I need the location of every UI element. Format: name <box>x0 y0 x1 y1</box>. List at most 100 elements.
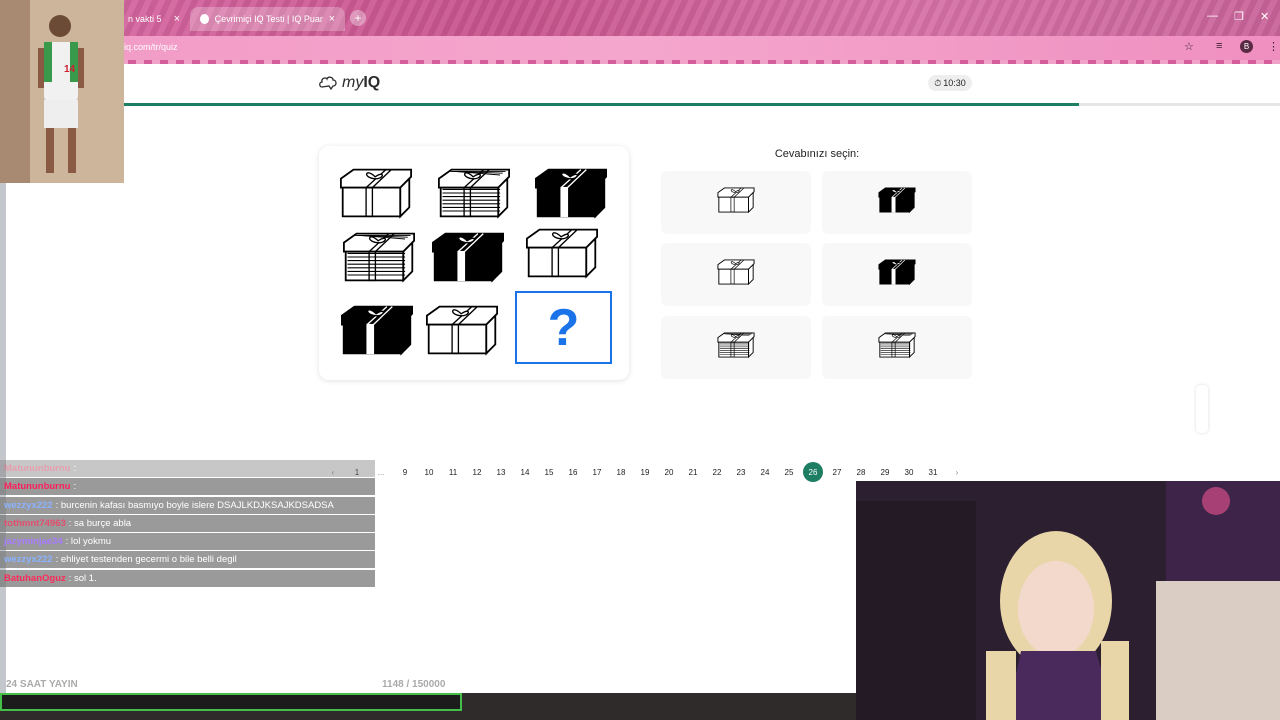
page-button-10[interactable]: 10 <box>419 462 439 482</box>
chat-username[interactable]: Matununburnu <box>4 463 70 474</box>
chat-username[interactable]: wezzyx222 <box>4 500 53 511</box>
chat-username[interactable]: tothmnt74963 <box>4 518 66 529</box>
chat-text: : lol yokmu <box>65 536 112 548</box>
page-button-31[interactable]: 31 <box>923 462 943 482</box>
answer-option[interactable] <box>661 316 811 379</box>
gift-icon <box>717 331 755 364</box>
page-button-30[interactable]: 30 <box>899 462 919 482</box>
chat-username[interactable]: BatuhanOguz <box>4 573 66 584</box>
site-header <box>124 64 1280 104</box>
page-button-15[interactable]: 15 <box>539 462 559 482</box>
chat-username[interactable]: wezzyx222 <box>4 554 53 565</box>
webcam-overlay-small: 14 <box>0 0 124 183</box>
missing-piece-cell: ? <box>515 291 612 364</box>
page-button-19[interactable]: 19 <box>635 462 655 482</box>
page-button-11[interactable]: 11 <box>443 462 463 482</box>
menu-icon[interactable]: ⋮ <box>1268 40 1279 53</box>
page-button-20[interactable]: 20 <box>659 462 679 482</box>
pagination-next-icon[interactable]: › <box>947 462 967 482</box>
gift-icon <box>717 186 755 219</box>
page-button-23[interactable]: 23 <box>731 462 751 482</box>
stream-goal-bar <box>0 693 462 711</box>
webcam-image: 14 <box>0 0 124 183</box>
answer-option[interactable] <box>661 243 811 306</box>
puzzle-cell-gift-icon <box>428 230 510 290</box>
timer-value: 10:30 <box>943 78 966 88</box>
webcam-overlay-main <box>856 481 1280 720</box>
goal-current: 1148 <box>382 679 404 690</box>
site-logo[interactable]: myIQ <box>318 74 380 92</box>
page-button-13[interactable]: 13 <box>491 462 511 482</box>
url-field[interactable]: iq.com/tr/quiz <box>124 42 178 52</box>
chat-username[interactable]: jazyminjae34 <box>4 536 63 547</box>
chat-text: : <box>73 481 77 493</box>
page-button-25[interactable]: 25 <box>779 462 799 482</box>
address-bar <box>0 36 1280 64</box>
page-button-9[interactable]: 9 <box>395 462 415 482</box>
media-icon[interactable]: ≡ <box>1216 40 1222 52</box>
puzzle-cell-gift-icon <box>522 226 604 286</box>
chat-text: : burcenin kafası basmıyo boyle islere D… <box>55 499 334 511</box>
answer-option[interactable] <box>661 171 811 234</box>
chat-message: BatuhanOguz: sol 1. <box>0 569 375 587</box>
page-button-16[interactable]: 16 <box>563 462 583 482</box>
tab-previous[interactable]: n vakti 5 × <box>118 7 190 31</box>
page-button-21[interactable]: 21 <box>683 462 703 482</box>
page-button-14[interactable]: 14 <box>515 462 535 482</box>
close-window-icon[interactable]: ✕ <box>1260 10 1269 23</box>
stream-label: 24 SAAT YAYIN <box>6 679 78 690</box>
puzzle-cell-gift-icon <box>336 166 418 226</box>
tab-iq-test[interactable]: Çevrimiçi IQ Testi | IQ Puanınız × <box>190 7 345 31</box>
gift-icon <box>878 258 916 291</box>
page-button-17[interactable]: 17 <box>587 462 607 482</box>
chat-text: : sa burçe abla <box>68 517 132 529</box>
stream-chat: Matununburnu: Matununburnu: wezzyx222: bur… <box>0 460 375 588</box>
gift-icon <box>878 186 916 219</box>
puzzle-cell-gift-icon <box>422 303 504 363</box>
page-button-29[interactable]: 29 <box>875 462 895 482</box>
answer-title: Cevabınızı seçin: <box>774 148 860 160</box>
goal-total: / 150000 <box>406 679 446 690</box>
page-button-18[interactable]: 18 <box>611 462 631 482</box>
page-button-27[interactable]: 27 <box>827 462 847 482</box>
brain-icon <box>319 76 337 91</box>
logo-suffix: IQ <box>363 74 381 91</box>
page-button-28[interactable]: 28 <box>851 462 871 482</box>
goal-counter: 1148 / 150000 <box>382 679 445 690</box>
close-icon[interactable]: × <box>174 13 180 25</box>
svg-text:14: 14 <box>64 64 76 75</box>
page-button-22[interactable]: 22 <box>707 462 727 482</box>
puzzle-cell-gift-icon <box>339 230 421 290</box>
minimize-icon[interactable]: — <box>1207 10 1218 22</box>
chat-message: wezzyx222: ehliyet testenden gecermi o b… <box>0 551 375 569</box>
answer-option[interactable] <box>822 316 972 379</box>
quiz-timer: ⏱ 10:30 <box>928 75 972 91</box>
close-icon[interactable]: × <box>329 13 335 25</box>
screen: n vakti 5 × Çevrimiçi IQ Testi | IQ Puan… <box>0 0 1280 720</box>
bookmark-star-icon[interactable]: ☆ <box>1184 40 1194 53</box>
chat-message: wezzyx222: burcenin kafası basmıyo boyle… <box>0 496 375 514</box>
chat-username[interactable]: Matununburnu <box>4 481 70 492</box>
site-favicon-icon <box>200 14 209 24</box>
puzzle-cell-gift-icon <box>434 166 516 226</box>
profile-avatar[interactable]: B <box>1240 40 1253 53</box>
restore-icon[interactable]: ❐ <box>1234 10 1244 23</box>
tab-label: Çevrimiçi IQ Testi | IQ Puanınız <box>214 14 323 24</box>
side-handle[interactable] <box>1196 385 1208 433</box>
chat-message: tothmnt74963: sa burçe abla <box>0 514 375 532</box>
chat-message: Matununburnu: <box>0 460 375 477</box>
streamer-image <box>856 481 1280 720</box>
page-button-26[interactable]: 26 <box>803 462 823 482</box>
answer-option[interactable] <box>822 243 972 306</box>
page-button-24[interactable]: 24 <box>755 462 775 482</box>
answer-option[interactable] <box>822 171 972 234</box>
chat-message: jazyminjae34: lol yokmu <box>0 533 375 551</box>
chat-message: Matununburnu: <box>0 478 375 496</box>
chat-text: : ehliyet testenden gecermi o bile belli… <box>55 554 237 566</box>
new-tab-icon[interactable]: + <box>350 10 366 26</box>
chat-text: : sol 1. <box>68 572 97 584</box>
gift-icon <box>878 331 916 364</box>
page-button-12[interactable]: 12 <box>467 462 487 482</box>
progress-fill <box>124 103 1079 106</box>
tab-label: n vakti 5 <box>128 14 162 24</box>
